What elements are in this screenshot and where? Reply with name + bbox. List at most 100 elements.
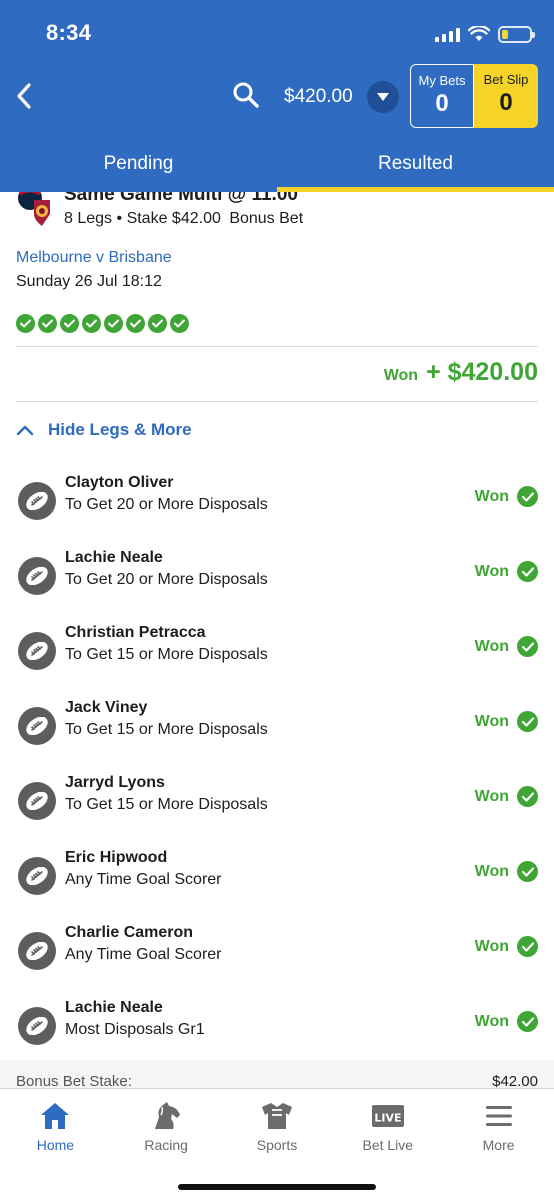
leg-status: Won [475,486,538,507]
bet-title: Same Game Multi @ 11.00 [64,192,298,205]
chevron-left-icon [17,83,31,109]
back-button[interactable] [10,76,38,116]
jersey-icon [260,1101,294,1131]
leg-row: Jarryd Lyons To Get 15 or More Disposals W… [0,774,554,857]
menu-icon [482,1101,516,1131]
leg-status: Won [475,561,538,582]
leg-row: Christian Petracca To Get 15 or More Disp… [0,624,554,707]
leg-row: Lachie Neale To Get 20 or More Disposals W… [0,549,554,632]
home-icon [38,1101,72,1131]
football-icon [18,857,56,895]
leg-status: Won [475,786,538,807]
leg-player-name: Jarryd Lyons [65,774,165,791]
caret-down-icon [377,93,389,101]
football-icon [18,1007,56,1045]
nav-home-label: Home [36,1137,75,1153]
leg-row: Jack Viney To Get 15 or More Disposals Won [0,699,554,782]
account-balance[interactable]: $420.00 [284,86,353,108]
home-indicator [178,1184,376,1190]
my-bets-label: My Bets [418,73,466,88]
divider [16,401,538,402]
balance-dropdown-button[interactable] [367,81,399,113]
leg-status-label: Won [474,1012,509,1030]
check-icon [517,486,538,507]
bonus-stake-label: Bonus Bet Stake: [16,1073,132,1088]
status-bar: 8:34 [0,0,554,62]
leg-player-name: Lachie Neale [65,549,163,566]
football-icon [18,707,56,745]
svg-text:LIVE: LIVE [374,1112,401,1125]
nav-racing-label: Racing [144,1137,188,1153]
nav-more-label: More [482,1137,515,1153]
hide-legs-label: Hide Legs & More [48,420,192,439]
leg-status: Won [475,636,538,657]
check-icon [126,314,145,333]
leg-row: Eric Hipwood Any Time Goal Scorer Won [0,849,554,932]
leg-market: To Get 15 or More Disposals [65,646,268,663]
legs-count: 8 Legs [64,210,113,227]
horse-icon [149,1101,183,1131]
football-icon [18,557,56,595]
result-amount: + $420.00 [426,358,538,386]
chevron-up-icon [16,425,34,436]
leg-player-name: Charlie Cameron [65,924,194,941]
leg-status: Won [475,1011,538,1032]
football-icon [18,932,56,970]
leg-status: Won [475,711,538,732]
leg-player-name: Eric Hipwood [65,849,168,866]
search-icon [233,82,259,108]
leg-market: Any Time Goal Scorer [65,946,222,963]
nav-sports-label: Sports [256,1137,298,1153]
wifi-icon [468,26,490,41]
check-icon [517,786,538,807]
nav-more[interactable]: More [443,1089,554,1200]
leg-status: Won [475,936,538,957]
check-icon [517,636,538,657]
match-date: Sunday 26 Jul 18:12 [16,273,162,290]
match-link[interactable]: Melbourne v Brisbane [16,249,172,267]
leg-market: Most Disposals Gr1 [65,1021,205,1038]
hide-legs-toggle[interactable]: Hide Legs & More [16,420,192,440]
app-header: 8:34 $420.00 My Bets 0 Bet Slip 0 Pendin… [0,0,554,192]
football-icon [18,482,56,520]
status-icons [435,22,535,46]
check-icon [170,314,189,333]
my-bets-count: 0 [435,90,449,117]
nav-bet-live-label: Bet Live [362,1137,414,1153]
bonus-bet-tag: Bonus Bet [229,210,304,227]
leg-status-label: Won [474,562,509,580]
check-icon [104,314,123,333]
leg-result-checks [16,314,189,333]
my-bets-button[interactable]: My Bets 0 [410,64,474,128]
separator-dot: • [116,210,123,227]
leg-market: To Get 15 or More Disposals [65,721,268,738]
leg-row: Clayton Oliver To Get 20 or More Disposal… [0,474,554,557]
check-icon [148,314,167,333]
search-button[interactable] [228,78,264,114]
leg-player-name: Jack Viney [65,699,148,716]
bets-tabs: Pending Resulted [0,140,554,192]
leg-status-label: Won [474,787,509,805]
result-label: Won [383,367,419,384]
leg-status-label: Won [474,712,509,730]
leg-market: Any Time Goal Scorer [65,871,222,888]
check-icon [517,936,538,957]
bonus-stake-value: $42.00 [492,1073,538,1088]
leg-status-label: Won [474,637,509,655]
tab-resulted[interactable]: Resulted [277,140,554,192]
check-icon [16,314,35,333]
leg-player-name: Clayton Oliver [65,474,174,491]
leg-status-label: Won [474,937,509,955]
nav-home[interactable]: Home [0,1089,111,1200]
leg-status: Won [475,861,538,882]
leg-market: To Get 20 or More Disposals [65,571,268,588]
bet-slip-label: Bet Slip [483,72,529,87]
football-icon [18,632,56,670]
leg-status-label: Won [474,487,509,505]
team-logo-icon [18,192,50,226]
tab-pending[interactable]: Pending [0,140,277,192]
bet-slip-button[interactable]: Bet Slip 0 [474,64,538,128]
leg-market: To Get 15 or More Disposals [65,796,268,813]
check-icon [38,314,57,333]
leg-row: Charlie Cameron Any Time Goal Scorer Won [0,924,554,1007]
